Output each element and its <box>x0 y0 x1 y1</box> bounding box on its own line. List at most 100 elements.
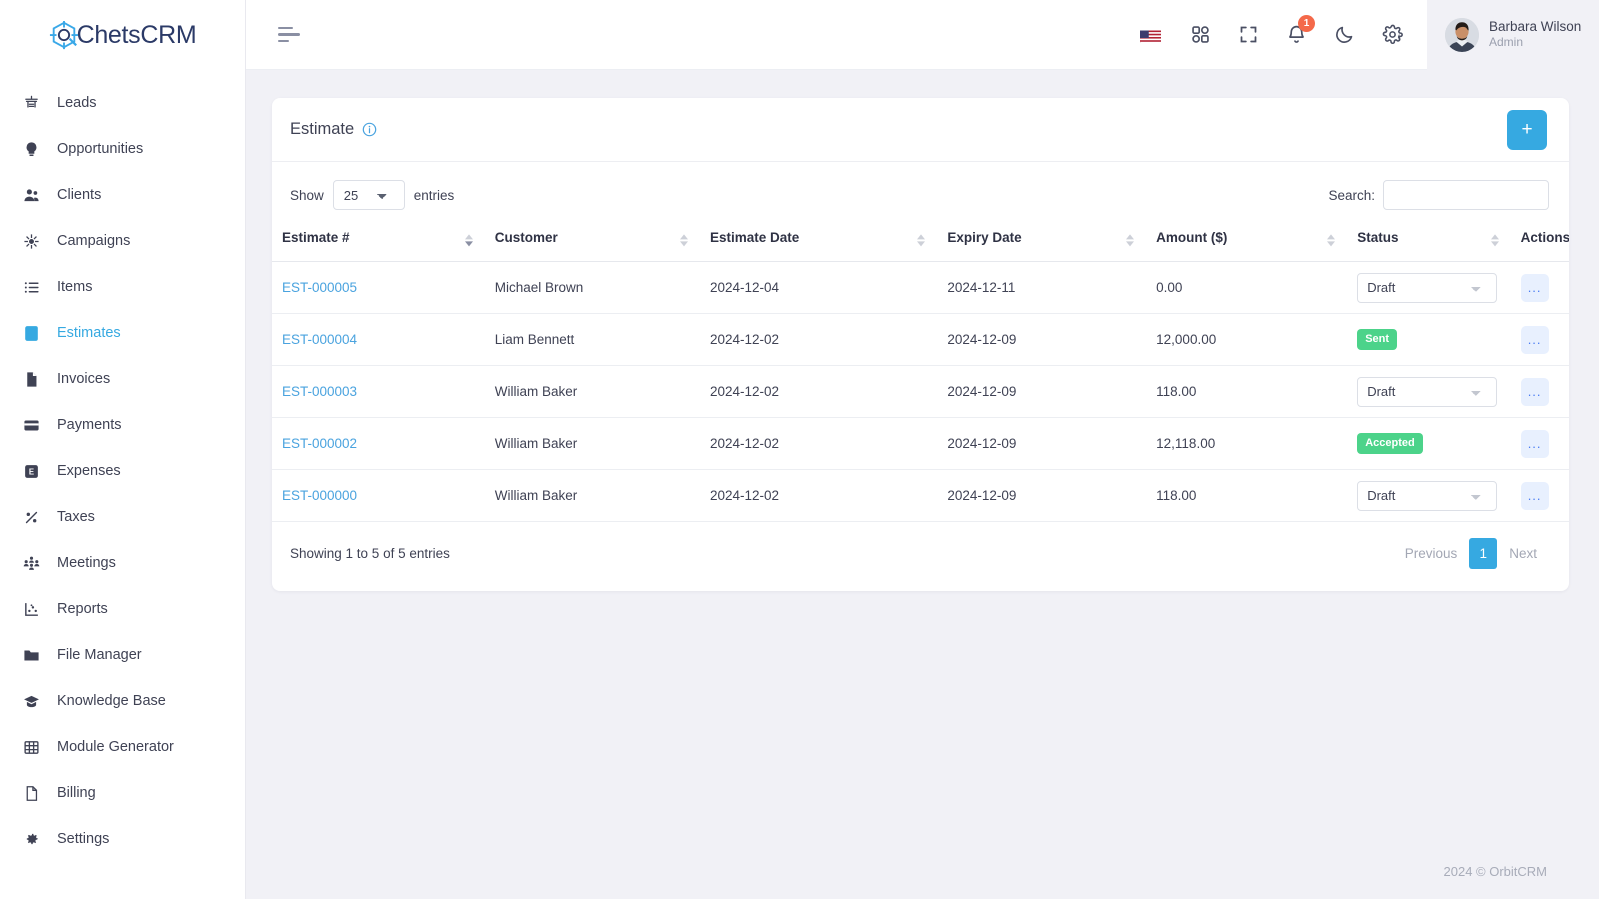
sidebar-item-label: Settings <box>57 831 110 847</box>
column-header-estimate-date[interactable]: Estimate Date <box>700 220 938 262</box>
bell-icon[interactable]: 1 <box>1283 14 1315 48</box>
sidebar-item-expenses[interactable]: E Expenses <box>0 448 245 494</box>
sidebar-item-label: Leads <box>57 95 97 111</box>
status-select[interactable]: Draft Sent Accepted Declined Expired <box>1357 376 1498 407</box>
page-length-select[interactable]: 10 25 50 100 <box>332 180 405 210</box>
topbar: 1 Barbara Wilson Admin <box>246 0 1599 70</box>
pagination-next[interactable]: Next <box>1497 538 1549 569</box>
estimate-link[interactable]: EST-000002 <box>282 436 357 451</box>
sort-arrows-icon <box>1327 233 1336 246</box>
sidebar-item-label: Estimates <box>57 325 121 341</box>
cell-expiry-date: 2024-12-09 <box>937 469 1147 522</box>
sidebar-item-opportunities[interactable]: Opportunities <box>0 126 245 172</box>
sidebar-item-meetings[interactable]: Meetings <box>0 540 245 586</box>
sidebar-item-clients[interactable]: Clients <box>0 172 245 218</box>
fullscreen-icon[interactable] <box>1235 22 1261 48</box>
sidebar-item-campaigns[interactable]: Campaigns <box>0 218 245 264</box>
user-name: Barbara Wilson <box>1489 18 1582 34</box>
sidebar-item-billing[interactable]: Billing <box>0 770 245 816</box>
table-body: EST-000005 Michael Brown 2024-12-04 2024… <box>272 261 1569 522</box>
sidebar-item-invoices[interactable]: Invoices <box>0 356 245 402</box>
cell-customer: Michael Brown <box>484 261 700 314</box>
sidebar-item-estimates[interactable]: Estimates <box>0 310 245 356</box>
sidebar-item-reports[interactable]: Reports <box>0 586 245 632</box>
content-area: 1 Barbara Wilson Admin Estimate + Show 2… <box>246 0 1599 899</box>
column-header-expiry-date[interactable]: Expiry Date <box>937 220 1147 262</box>
info-circle-icon[interactable] <box>362 122 377 137</box>
column-label: Actions <box>1520 230 1569 245</box>
sort-arrows-icon <box>1490 233 1499 246</box>
row-actions-button[interactable]: ... <box>1520 429 1549 458</box>
sidebar-item-settings[interactable]: Settings <box>0 816 245 862</box>
cell-estimate-date: 2024-12-02 <box>700 313 938 366</box>
column-label: Expiry Date <box>947 230 1022 245</box>
sidebar-item-label: Module Generator <box>57 739 174 755</box>
settings-gear-icon[interactable] <box>1379 22 1405 48</box>
add-estimate-button[interactable]: + <box>1507 109 1547 150</box>
pagination-previous[interactable]: Previous <box>1393 538 1470 569</box>
column-header-amount[interactable]: Amount ($) <box>1146 220 1348 262</box>
status-badge: Accepted <box>1357 433 1423 454</box>
cell-status: Sent <box>1347 313 1511 366</box>
chets-logo-mark-icon <box>49 20 79 50</box>
brand-logo[interactable]: ChetsCRM <box>0 0 245 70</box>
column-header-status[interactable]: Status <box>1347 220 1511 262</box>
people-group-icon <box>22 554 41 573</box>
estimate-link[interactable]: EST-000003 <box>282 384 357 399</box>
sidebar-item-label: Opportunities <box>57 141 144 157</box>
dark-mode-moon-icon[interactable] <box>1331 22 1357 48</box>
sidebar-item-knowledge-base[interactable]: Knowledge Base <box>0 678 245 724</box>
sidebar-item-leads[interactable]: Leads <box>0 80 245 126</box>
row-actions-button[interactable]: ... <box>1520 325 1549 354</box>
cell-status: Accepted <box>1347 417 1511 470</box>
gear-icon <box>22 830 41 849</box>
estimate-link[interactable]: EST-000000 <box>282 488 357 503</box>
apps-grid-icon[interactable] <box>1187 22 1213 48</box>
status-select[interactable]: Draft Sent Accepted Declined Expired <box>1357 480 1498 511</box>
show-entries-group: Show 10 25 50 100 entries <box>290 180 454 210</box>
column-header-customer[interactable]: Customer <box>484 220 700 262</box>
cell-estimate-date: 2024-12-04 <box>700 261 938 314</box>
language-selector[interactable] <box>1139 22 1165 48</box>
page-footer: 2024 © OrbitCRM <box>246 843 1599 899</box>
row-actions-button[interactable]: ... <box>1520 273 1549 302</box>
user-meta: Barbara Wilson Admin <box>1489 19 1581 51</box>
sidebar-item-label: Payments <box>57 417 122 433</box>
cell-estimate-date: 2024-12-02 <box>700 469 938 522</box>
sidebar-nav: Leads Opportunities Clients Campaigns It… <box>0 70 245 862</box>
sidebar-item-items[interactable]: Items <box>0 264 245 310</box>
pagination-page-1[interactable]: 1 <box>1469 538 1498 569</box>
search-label: Search: <box>1328 187 1375 203</box>
cell-status: Draft Sent Accepted Declined Expired <box>1347 261 1511 314</box>
column-header-estimate-no[interactable]: Estimate # <box>272 220 485 262</box>
entries-info: Showing 1 to 5 of 5 entries <box>290 546 450 561</box>
cell-expiry-date: 2024-12-11 <box>937 261 1147 314</box>
row-actions-button[interactable]: ... <box>1520 377 1549 406</box>
sidebar-item-module-generator[interactable]: Module Generator <box>0 724 245 770</box>
search-input[interactable] <box>1383 180 1549 210</box>
cell-estimate-no: EST-000004 <box>272 313 485 366</box>
topbar-icon-group: 1 <box>1139 14 1427 48</box>
cell-estimate-no: EST-000005 <box>272 261 485 314</box>
sort-arrows-icon <box>680 233 688 246</box>
table-row: EST-000003 William Baker 2024-12-02 2024… <box>272 365 1569 418</box>
sort-arrows-icon <box>917 233 926 246</box>
status-select[interactable]: Draft Sent Accepted Declined Expired <box>1357 272 1498 303</box>
user-profile-menu[interactable]: Barbara Wilson Admin <box>1427 0 1599 70</box>
row-actions-button[interactable]: ... <box>1520 481 1549 510</box>
graduation-cap-icon <box>22 692 41 711</box>
estimate-link[interactable]: EST-000004 <box>282 332 357 347</box>
table-row: EST-000000 William Baker 2024-12-02 2024… <box>272 469 1569 522</box>
file-icon <box>22 370 41 389</box>
column-label: Estimate Date <box>710 230 800 245</box>
cell-expiry-date: 2024-12-09 <box>937 417 1147 470</box>
estimate-link[interactable]: EST-000005 <box>282 280 357 295</box>
sidebar-item-label: Meetings <box>57 555 116 571</box>
sort-arrows-icon <box>464 233 473 246</box>
sidebar-item-payments[interactable]: Payments <box>0 402 245 448</box>
table-footer: Showing 1 to 5 of 5 entries Previous 1 N… <box>272 522 1569 591</box>
sidebar-item-taxes[interactable]: Taxes <box>0 494 245 540</box>
sidebar-item-file-manager[interactable]: File Manager <box>0 632 245 678</box>
table-tools: Show 10 25 50 100 entries Search: <box>272 162 1569 220</box>
hamburger-icon[interactable] <box>278 26 302 44</box>
